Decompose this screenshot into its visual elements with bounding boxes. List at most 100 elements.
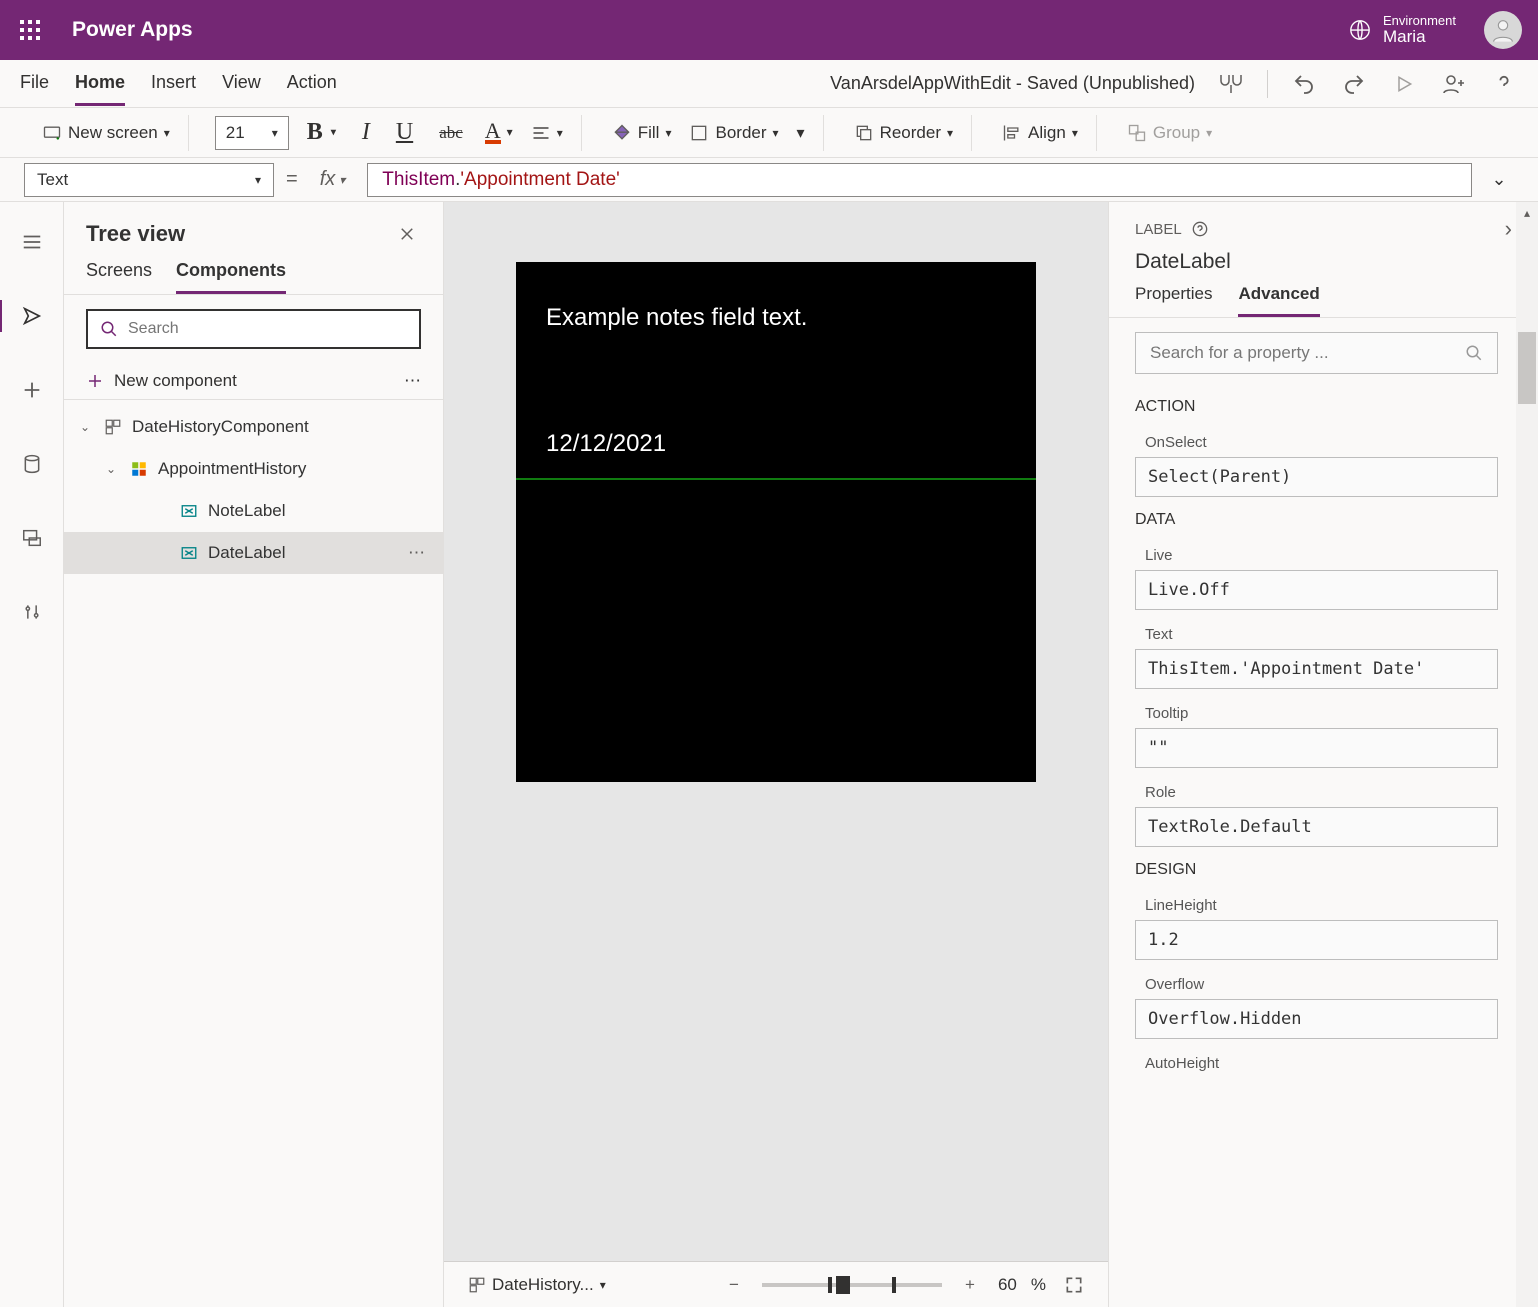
tree-search-input[interactable] bbox=[86, 309, 421, 349]
rail-data-icon[interactable] bbox=[12, 444, 52, 484]
equals-label: = bbox=[286, 168, 298, 191]
component-stage[interactable]: Example notes field text. 12/12/2021 bbox=[516, 262, 1036, 782]
properties-pane: ▴ LABEL › DateLabel Properties Advanced … bbox=[1108, 202, 1538, 1307]
prop-tab-advanced[interactable]: Advanced bbox=[1238, 284, 1319, 317]
fit-screen-button[interactable] bbox=[1060, 1271, 1088, 1299]
label-live: Live bbox=[1135, 537, 1498, 570]
formula-bar: Text ▾ = fx▾ ThisItem.'Appointment Date'… bbox=[0, 158, 1538, 202]
note-label-preview[interactable]: Example notes field text. bbox=[546, 304, 807, 332]
border-button[interactable]: Border ▾ bbox=[685, 117, 782, 149]
property-search-input[interactable]: Search for a property ... bbox=[1135, 332, 1498, 374]
label-overflow: Overflow bbox=[1135, 966, 1498, 999]
environment-label: Environment bbox=[1383, 14, 1456, 28]
share-icon[interactable] bbox=[1440, 70, 1468, 98]
menu-action[interactable]: Action bbox=[287, 62, 337, 106]
tree-node-component[interactable]: ⌄ DateHistoryComponent bbox=[64, 406, 443, 448]
chevron-right-icon[interactable]: › bbox=[1505, 216, 1512, 242]
close-tree-button[interactable] bbox=[393, 220, 421, 248]
app-brand: Power Apps bbox=[72, 18, 193, 42]
value-tooltip[interactable]: "" bbox=[1135, 728, 1498, 768]
zoom-value: 60 bbox=[998, 1275, 1017, 1295]
zoom-in-button[interactable]: + bbox=[956, 1271, 984, 1299]
menu-insert[interactable]: Insert bbox=[151, 62, 196, 106]
rail-tools-icon[interactable] bbox=[12, 592, 52, 632]
expand-formula-button[interactable]: ⌄ bbox=[1484, 169, 1514, 190]
date-label-preview[interactable]: 12/12/2021 bbox=[546, 430, 666, 458]
scrollbar[interactable]: ▴ bbox=[1516, 202, 1538, 1307]
chevron-down-icon: ▾ bbox=[255, 173, 261, 187]
more-icon[interactable]: ⋯ bbox=[408, 543, 443, 563]
formula-input[interactable]: ThisItem.'Appointment Date' bbox=[367, 163, 1472, 197]
section-data: DATA bbox=[1135, 503, 1498, 537]
align-button[interactable]: Align ▾ bbox=[998, 117, 1082, 149]
zoom-slider[interactable] bbox=[762, 1283, 942, 1287]
font-size-input[interactable]: 21 ▾ bbox=[215, 116, 289, 150]
app-header: Power Apps Environment Maria bbox=[0, 0, 1538, 60]
chevron-down-icon: ▾ bbox=[164, 126, 170, 140]
menu-home[interactable]: Home bbox=[75, 62, 125, 106]
undo-icon[interactable] bbox=[1290, 70, 1318, 98]
fx-button[interactable]: fx▾ bbox=[310, 168, 356, 191]
ribbon-overflow-button[interactable]: ▾ bbox=[793, 117, 809, 149]
zoom-out-button[interactable]: − bbox=[720, 1271, 748, 1299]
component-icon bbox=[104, 418, 124, 436]
chevron-down-icon: ⌄ bbox=[106, 462, 122, 476]
info-icon[interactable] bbox=[1192, 221, 1208, 237]
font-color-button[interactable]: A ▾ bbox=[481, 115, 517, 151]
value-text[interactable]: ThisItem.'Appointment Date' bbox=[1135, 649, 1498, 689]
property-selector[interactable]: Text ▾ bbox=[24, 163, 274, 197]
label-tooltip: Tooltip bbox=[1135, 695, 1498, 728]
menu-file[interactable]: File bbox=[20, 62, 49, 106]
reorder-button[interactable]: Reorder ▾ bbox=[850, 117, 957, 149]
tree-node-notelabel[interactable]: NoteLabel bbox=[64, 490, 443, 532]
italic-button[interactable]: I bbox=[354, 119, 378, 146]
tree-tab-screens[interactable]: Screens bbox=[86, 260, 152, 294]
avatar[interactable] bbox=[1484, 11, 1522, 49]
bold-button[interactable]: B▾ bbox=[299, 119, 344, 146]
chevron-down-icon: ⌄ bbox=[80, 420, 96, 434]
tree-node-gallery[interactable]: ⌄ AppointmentHistory bbox=[64, 448, 443, 490]
value-role[interactable]: TextRole.Default bbox=[1135, 807, 1498, 847]
value-onselect[interactable]: Select(Parent) bbox=[1135, 457, 1498, 497]
rail-hamburger-icon[interactable] bbox=[12, 222, 52, 262]
rail-tree-view-icon[interactable] bbox=[12, 296, 52, 336]
label-onselect: OnSelect bbox=[1135, 424, 1498, 457]
new-component-button[interactable]: New component bbox=[86, 371, 237, 391]
underline-button[interactable]: U bbox=[388, 119, 421, 146]
menu-bar: File Home Insert View Action VanArsdelAp… bbox=[0, 60, 1538, 108]
section-design: DESIGN bbox=[1135, 853, 1498, 887]
environment-name: Maria bbox=[1383, 28, 1456, 47]
rail-insert-icon[interactable] bbox=[12, 370, 52, 410]
tree-node-datelabel[interactable]: DateLabel ⋯ bbox=[64, 532, 443, 574]
menu-view[interactable]: View bbox=[222, 62, 261, 106]
help-icon[interactable] bbox=[1490, 70, 1518, 98]
value-lineheight[interactable]: 1.2 bbox=[1135, 920, 1498, 960]
label-icon bbox=[180, 502, 200, 520]
more-icon[interactable]: ⋯ bbox=[404, 371, 421, 391]
play-icon[interactable] bbox=[1390, 70, 1418, 98]
tree-view-title: Tree view bbox=[86, 221, 185, 247]
fill-button[interactable]: Fill ▾ bbox=[608, 117, 676, 149]
label-icon bbox=[180, 544, 200, 562]
breadcrumb-button[interactable]: DateHistory... ▾ bbox=[464, 1269, 610, 1301]
strikethrough-button[interactable]: abc bbox=[431, 123, 471, 143]
tree-tab-components[interactable]: Components bbox=[176, 260, 286, 294]
label-autoheight: AutoHeight bbox=[1135, 1045, 1498, 1078]
rail-media-icon[interactable] bbox=[12, 518, 52, 558]
waffle-icon[interactable] bbox=[16, 16, 44, 44]
prop-tab-properties[interactable]: Properties bbox=[1135, 284, 1212, 317]
redo-icon[interactable] bbox=[1340, 70, 1368, 98]
text-align-button[interactable]: ▾ bbox=[527, 117, 567, 149]
environment-block[interactable]: Environment Maria bbox=[1349, 14, 1484, 47]
left-rail bbox=[0, 202, 64, 1307]
new-screen-button[interactable]: New screen ▾ bbox=[38, 117, 174, 149]
tree-view-pane: Tree view Screens Components New compone… bbox=[64, 202, 444, 1307]
control-name: DateLabel bbox=[1135, 242, 1512, 274]
label-role: Role bbox=[1135, 774, 1498, 807]
status-bar: DateHistory... ▾ − + 60 % bbox=[444, 1261, 1108, 1307]
app-checker-icon[interactable] bbox=[1217, 70, 1245, 98]
value-overflow[interactable]: Overflow.Hidden bbox=[1135, 999, 1498, 1039]
ribbon: New screen ▾ 21 ▾ B▾ I U abc A ▾ ▾ Fill … bbox=[0, 108, 1538, 158]
value-live[interactable]: Live.Off bbox=[1135, 570, 1498, 610]
app-title: VanArsdelAppWithEdit - Saved (Unpublishe… bbox=[830, 73, 1217, 94]
